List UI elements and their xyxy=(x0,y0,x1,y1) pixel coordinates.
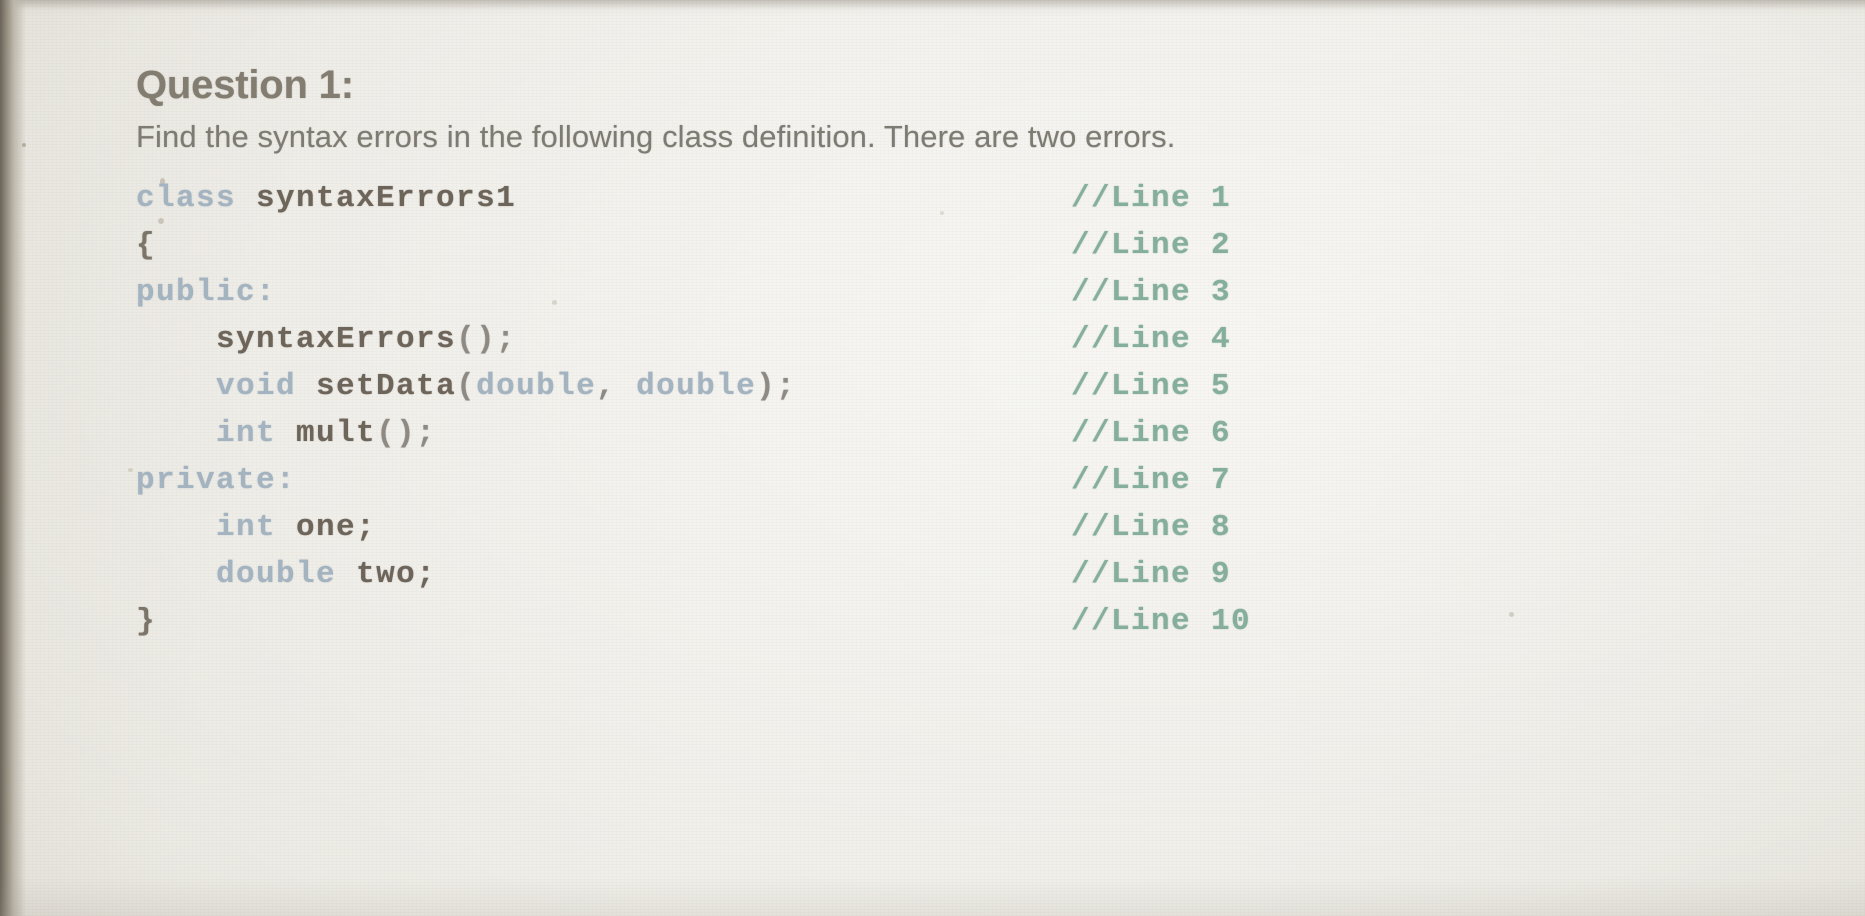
code-line-comment: //Line 7 xyxy=(1071,463,1232,499)
code-token: ( xyxy=(456,369,477,405)
page-title: Question 1: xyxy=(136,63,354,107)
code-token: { xyxy=(136,228,157,264)
page-bottom-edge-shadow xyxy=(0,876,1865,916)
code-source: syntaxErrors(); xyxy=(136,316,1071,363)
code-token: , xyxy=(596,369,637,405)
code-token: syntaxErrors xyxy=(216,322,457,358)
code-line: int one;//Line 8 xyxy=(136,504,1736,551)
question-prompt: Find the syntax errors in the following … xyxy=(136,119,1176,154)
page-left-edge-shadow xyxy=(0,0,26,916)
code-source: public: xyxy=(136,269,1071,316)
code-line-comment: //Line 10 xyxy=(1071,604,1252,640)
code-line-comment: //Line 6 xyxy=(1071,416,1232,452)
code-source: double two; xyxy=(136,551,1071,598)
code-source: private: xyxy=(136,457,1071,504)
code-token: void xyxy=(216,369,297,405)
page-top-edge-shadow xyxy=(0,0,1865,16)
code-line: int mult();//Line 6 xyxy=(136,410,1736,457)
code-line: public: //Line 3 xyxy=(136,269,1736,316)
code-line-comment: //Line 1 xyxy=(1071,181,1232,217)
code-line-comment: //Line 5 xyxy=(1071,369,1232,405)
code-token: private: xyxy=(136,463,297,499)
code-source: int one; xyxy=(136,504,1071,551)
code-token: one; xyxy=(296,510,377,546)
code-line-comment: //Line 9 xyxy=(1071,557,1232,593)
code-source: int mult(); xyxy=(136,410,1071,457)
code-token: public: xyxy=(136,275,277,311)
paper-speck xyxy=(22,143,26,147)
photographed-page: Question 1: Find the syntax errors in th… xyxy=(0,0,1865,916)
code-line: void setData(double, double);//Line 5 xyxy=(136,363,1736,410)
code-listing: class syntaxErrors1//Line 1{//Line 2 publ… xyxy=(136,175,1736,645)
code-token: mult xyxy=(296,416,377,452)
code-token: double xyxy=(636,369,757,405)
code-line-comment: //Line 8 xyxy=(1071,510,1232,546)
code-token: (); xyxy=(456,322,517,358)
code-token: int xyxy=(216,416,277,452)
code-line: { //Line 2 xyxy=(136,222,1736,269)
code-source: void setData(double, double); xyxy=(136,363,1071,410)
code-line-comment: //Line 3 xyxy=(1071,275,1232,311)
code-token: double xyxy=(476,369,597,405)
code-line-comment: //Line 4 xyxy=(1071,322,1232,358)
code-line-comment: //Line 2 xyxy=(1071,228,1232,264)
code-token: } xyxy=(136,604,157,640)
code-token: syntaxErrors1 xyxy=(256,181,517,217)
question-content: Question 1: Find the syntax errors in th… xyxy=(136,62,1736,645)
code-token: (); xyxy=(376,416,437,452)
code-line: double two;//Line 9 xyxy=(136,551,1736,598)
code-token: ); xyxy=(756,369,797,405)
code-token: int xyxy=(216,510,277,546)
code-token: double xyxy=(216,557,337,593)
code-line: } //Line 10 xyxy=(136,598,1736,645)
code-source: { xyxy=(136,222,1071,269)
code-source: } xyxy=(136,598,1071,645)
code-line: syntaxErrors();//Line 4 xyxy=(136,316,1736,363)
paper-speck xyxy=(128,468,133,472)
code-token: two; xyxy=(356,557,437,593)
code-token: class xyxy=(136,181,237,217)
code-source: class syntaxErrors1 xyxy=(136,175,1071,222)
code-token: setData xyxy=(316,369,457,405)
code-line: private: //Line 7 xyxy=(136,457,1736,504)
code-line: class syntaxErrors1//Line 1 xyxy=(136,175,1736,222)
